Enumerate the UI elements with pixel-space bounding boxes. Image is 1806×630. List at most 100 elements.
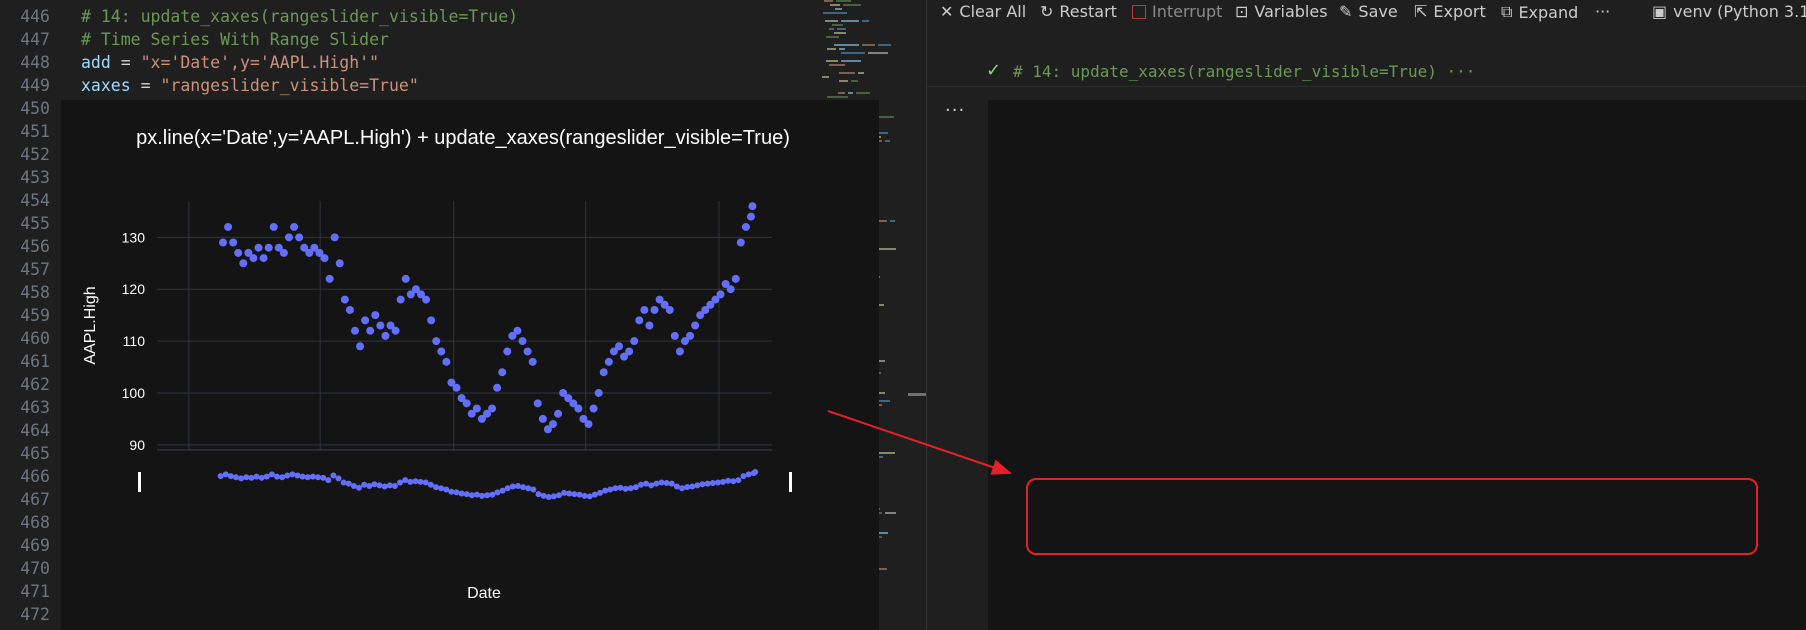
- interrupt-button[interactable]: Interrupt: [1132, 2, 1222, 21]
- data-point[interactable]: [401, 274, 410, 283]
- data-point[interactable]: [340, 295, 349, 304]
- data-point[interactable]: [396, 295, 405, 304]
- restart-button[interactable]: ↻ Restart: [1040, 2, 1117, 21]
- data-point[interactable]: [748, 202, 757, 211]
- data-point[interactable]: [432, 337, 441, 346]
- data-point[interactable]: [269, 222, 278, 231]
- data-point[interactable]: [366, 326, 375, 335]
- data-point[interactable]: [381, 331, 390, 340]
- data-point[interactable]: [630, 337, 639, 346]
- data-point[interactable]: [675, 347, 684, 356]
- data-point[interactable]: [259, 254, 268, 263]
- data-point[interactable]: [427, 316, 436, 325]
- data-point[interactable]: [614, 342, 623, 351]
- data-point[interactable]: [533, 399, 542, 408]
- data-point[interactable]: [345, 305, 354, 314]
- save-button[interactable]: ✎ Save: [1339, 2, 1398, 21]
- cell-header[interactable]: ✓ # 14: update_xaxes(rangeslider_visible…: [927, 54, 1806, 90]
- data-point[interactable]: [472, 404, 481, 413]
- data-point[interactable]: [548, 420, 557, 429]
- range-slider-point: [720, 478, 727, 485]
- data-point[interactable]: [645, 321, 654, 330]
- export-button[interactable]: ⇱ Export: [1414, 2, 1486, 21]
- data-point[interactable]: [554, 409, 563, 418]
- data-point[interactable]: [538, 414, 547, 423]
- line-number: 450: [20, 99, 50, 118]
- data-point[interactable]: [350, 326, 359, 335]
- data-point[interactable]: [665, 305, 674, 314]
- data-point[interactable]: [599, 368, 608, 377]
- data-point[interactable]: [391, 326, 400, 335]
- data-point[interactable]: [650, 305, 659, 314]
- data-point[interactable]: [452, 383, 461, 392]
- code-line[interactable]: 446 # 14: update_xaxes(rangeslider_visibl…: [0, 5, 818, 28]
- clear-all-button[interactable]: ✕ Clear All: [940, 2, 1026, 21]
- data-point[interactable]: [371, 311, 380, 320]
- data-point[interactable]: [224, 222, 233, 231]
- code-line[interactable]: 447 # Time Series With Range Slider: [0, 28, 818, 51]
- range-slider-left-handle[interactable]: [138, 472, 141, 492]
- data-point[interactable]: [290, 222, 299, 231]
- data-point[interactable]: [670, 331, 679, 340]
- data-point[interactable]: [691, 321, 700, 330]
- data-point[interactable]: [462, 399, 471, 408]
- data-point[interactable]: [635, 316, 644, 325]
- data-point[interactable]: [640, 305, 649, 314]
- data-point[interactable]: [356, 342, 365, 351]
- data-point[interactable]: [746, 212, 755, 221]
- data-point[interactable]: [376, 321, 385, 330]
- data-point[interactable]: [218, 238, 227, 247]
- range-slider-point: [268, 471, 275, 478]
- data-point[interactable]: [239, 259, 248, 268]
- data-point[interactable]: [716, 290, 725, 299]
- data-point[interactable]: [523, 347, 532, 356]
- data-point[interactable]: [295, 233, 304, 242]
- data-point[interactable]: [686, 331, 695, 340]
- kernel-picker[interactable]: ▣ venv (Python 3.11.1: [1652, 2, 1806, 21]
- data-point[interactable]: [229, 238, 238, 247]
- minimap-line: [851, 80, 858, 82]
- data-point[interactable]: [361, 316, 370, 325]
- data-point[interactable]: [488, 404, 497, 413]
- data-point[interactable]: [330, 233, 339, 242]
- data-point[interactable]: [594, 388, 603, 397]
- data-point[interactable]: [741, 222, 750, 231]
- variables-button[interactable]: ⊡ Variables: [1235, 2, 1328, 21]
- data-point[interactable]: [731, 274, 740, 283]
- data-point[interactable]: [234, 248, 243, 257]
- range-slider-right-handle[interactable]: [789, 472, 792, 492]
- data-point[interactable]: [518, 337, 527, 346]
- data-point[interactable]: [574, 404, 583, 413]
- data-point[interactable]: [498, 368, 507, 377]
- data-point[interactable]: [320, 254, 329, 263]
- data-point[interactable]: [325, 274, 334, 283]
- data-point[interactable]: [528, 357, 537, 366]
- data-point[interactable]: [437, 347, 446, 356]
- data-point[interactable]: [249, 254, 258, 263]
- minimap-scroll-indicator[interactable]: [908, 393, 926, 396]
- output-menu-button[interactable]: ···: [945, 100, 965, 121]
- data-point[interactable]: [335, 259, 344, 268]
- data-point[interactable]: [726, 285, 735, 294]
- data-point[interactable]: [284, 233, 293, 242]
- data-point[interactable]: [264, 243, 273, 252]
- plotly-figure[interactable]: px.line(x='Date',y='AAPL.High') + update…: [61, 100, 879, 630]
- expand-button[interactable]: ⧉ Expand: [1501, 2, 1578, 22]
- data-point[interactable]: [254, 243, 263, 252]
- variables-icon: ⊡: [1235, 2, 1249, 21]
- data-point[interactable]: [442, 357, 451, 366]
- data-point[interactable]: [584, 420, 593, 429]
- data-point[interactable]: [493, 383, 502, 392]
- data-point[interactable]: [589, 404, 598, 413]
- data-point[interactable]: [503, 347, 512, 356]
- data-point[interactable]: [279, 248, 288, 257]
- data-point[interactable]: [625, 347, 634, 356]
- data-point[interactable]: [422, 295, 431, 304]
- code-line[interactable]: 448 add = "x='Date',y='AAPL.High'": [0, 51, 818, 74]
- data-point[interactable]: [513, 326, 522, 335]
- notebook-toolbar: ✕ Clear All ↻ Restart Interrupt ⊡ Variables…: [927, 0, 1806, 26]
- data-point[interactable]: [736, 238, 745, 247]
- data-point[interactable]: [604, 357, 613, 366]
- more-actions-button[interactable]: ···: [1595, 2, 1610, 21]
- code-line[interactable]: 449 xaxes = "rangeslider_visible=True": [0, 74, 818, 97]
